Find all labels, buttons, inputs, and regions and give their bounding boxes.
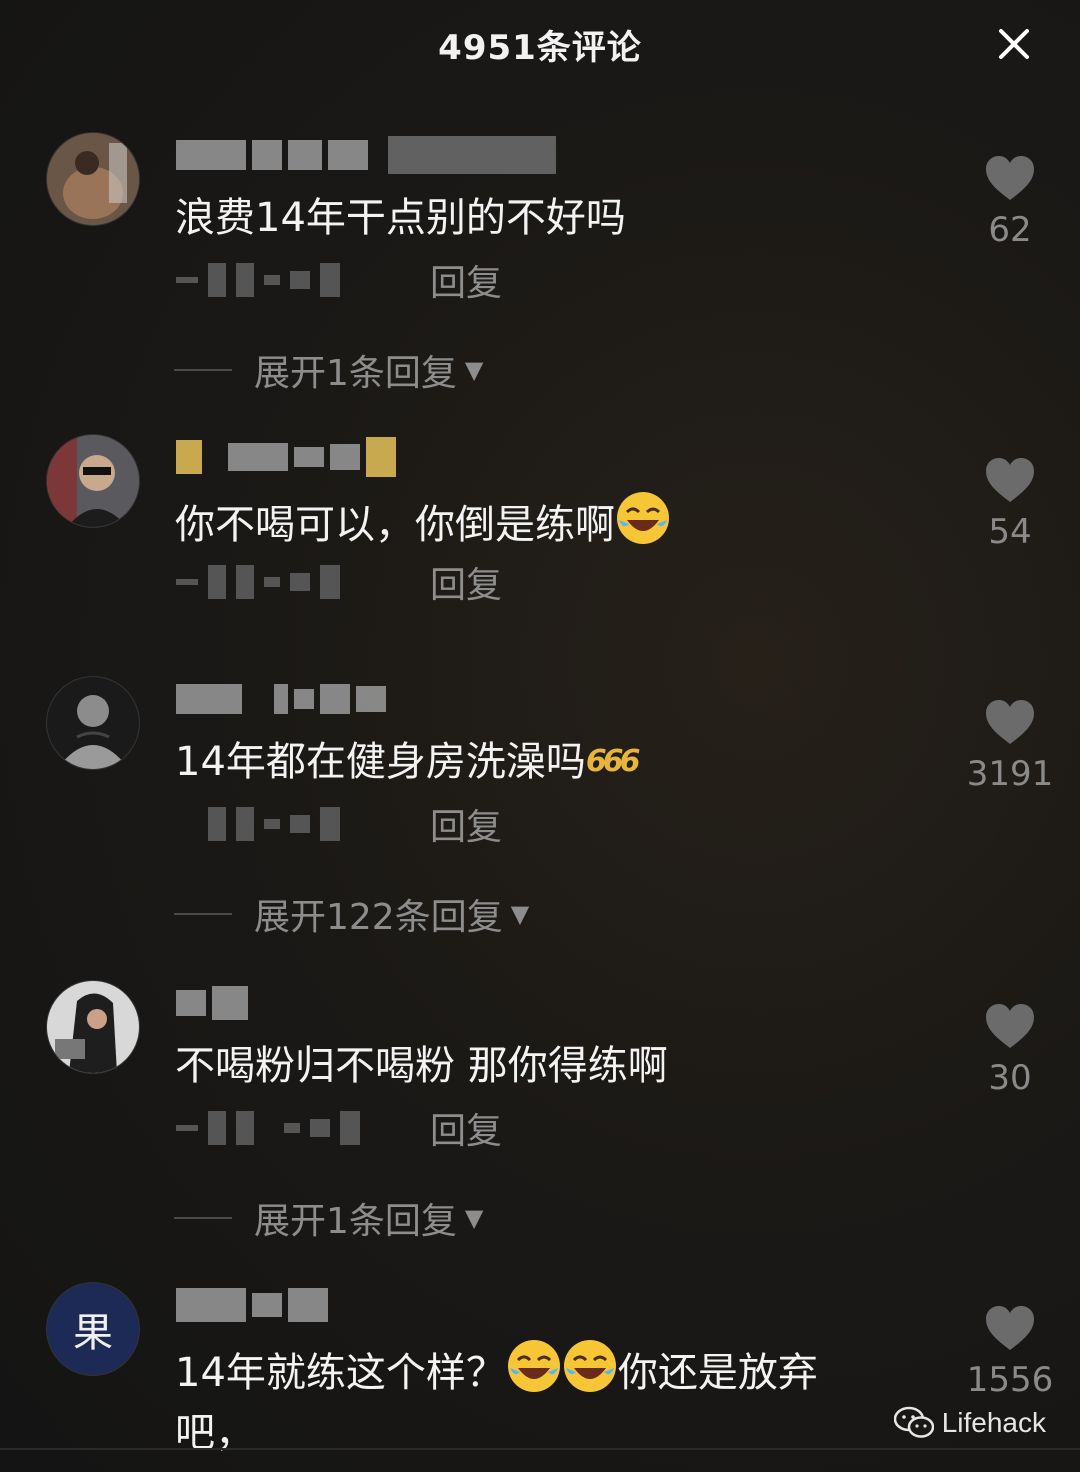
avatar[interactable] bbox=[46, 434, 140, 528]
comment-meta: 回复 bbox=[176, 1108, 502, 1152]
divider bbox=[174, 913, 232, 915]
reply-button[interactable]: 回复 bbox=[430, 798, 502, 850]
666-emoji-icon: 666 bbox=[585, 744, 641, 779]
expand-replies-label: 展开1条回复 bbox=[254, 353, 457, 394]
comment-text: 14年就练这个样？ 你还是放弃吧， bbox=[175, 1338, 895, 1463]
laughing-tears-emoji-icon bbox=[615, 490, 671, 546]
timestamp-blurred bbox=[176, 565, 386, 599]
heart-icon bbox=[986, 1004, 1034, 1048]
comment-text-content: 你不喝可以，你倒是练啊 bbox=[175, 502, 615, 548]
avatar[interactable] bbox=[46, 132, 140, 226]
timestamp-blurred bbox=[176, 263, 386, 297]
heart-icon bbox=[986, 458, 1034, 502]
heart-icon bbox=[986, 700, 1034, 744]
username-blurred bbox=[176, 1286, 328, 1324]
like-count: 1556 bbox=[966, 1360, 1054, 1400]
comment-item: 浪费14年干点别的不好吗 回复 展开1条回复 ▼ 62 bbox=[0, 132, 1080, 394]
like-button[interactable]: 1556 bbox=[960, 1304, 1060, 1400]
comments-header: 4951条评论 bbox=[0, 0, 1080, 90]
like-count: 3191 bbox=[966, 754, 1054, 794]
avatar[interactable] bbox=[46, 980, 140, 1074]
divider bbox=[174, 369, 232, 371]
like-count: 54 bbox=[988, 512, 1032, 552]
comment-text-content: 14年都在健身房洗澡吗 bbox=[175, 739, 586, 785]
chevron-down-icon: ▼ bbox=[510, 900, 530, 928]
like-button[interactable]: 30 bbox=[960, 1002, 1060, 1098]
expand-replies-button[interactable]: 展开122条回复 ▼ bbox=[174, 888, 529, 940]
like-count: 62 bbox=[988, 210, 1032, 250]
avatar[interactable]: 果 bbox=[46, 1282, 140, 1376]
like-button[interactable]: 62 bbox=[960, 154, 1060, 250]
avatar[interactable] bbox=[46, 676, 140, 770]
comment-item: 不喝粉归不喝粉 那你得练啊 回复 展开1条回复 ▼ 30 bbox=[0, 980, 1080, 1242]
like-count: 30 bbox=[988, 1058, 1032, 1098]
like-button[interactable]: 54 bbox=[960, 456, 1060, 552]
comment-text: 浪费14年干点别的不好吗 bbox=[175, 195, 626, 241]
chevron-down-icon: ▼ bbox=[464, 1204, 484, 1232]
comment-text-content: 14年就练这个样？ bbox=[175, 1350, 506, 1396]
like-button[interactable]: 3191 bbox=[960, 698, 1060, 794]
username-blurred bbox=[176, 136, 556, 174]
watermark-label: Lifehack bbox=[941, 1407, 1046, 1438]
heart-icon bbox=[986, 156, 1034, 200]
timestamp-blurred bbox=[176, 807, 386, 841]
expand-replies-button[interactable]: 展开1条回复 ▼ bbox=[174, 344, 483, 396]
reply-button[interactable]: 回复 bbox=[430, 556, 502, 608]
comment-meta: 回复 bbox=[176, 804, 502, 848]
comment-count-title: 4951条评论 bbox=[438, 28, 642, 68]
watermark: Lifehack bbox=[893, 1406, 1046, 1440]
laughing-tears-emoji-icon bbox=[506, 1338, 562, 1394]
wechat-icon bbox=[893, 1406, 934, 1438]
comment-text: 不喝粉归不喝粉 那你得练啊 bbox=[175, 1043, 668, 1089]
expand-replies-button[interactable]: 展开1条回复 ▼ bbox=[174, 1192, 483, 1244]
comment-meta: 回复 bbox=[176, 562, 502, 606]
comment-meta: 回复 bbox=[176, 260, 502, 304]
expand-replies-label: 展开122条回复 bbox=[254, 897, 503, 938]
comment-text: 14年都在健身房洗澡吗666 bbox=[175, 732, 905, 792]
username-blurred bbox=[176, 437, 396, 477]
timestamp-blurred bbox=[176, 1111, 386, 1145]
reply-button[interactable]: 回复 bbox=[430, 254, 502, 306]
username-blurred bbox=[176, 680, 386, 718]
reply-button[interactable]: 回复 bbox=[430, 1102, 502, 1154]
close-icon bbox=[999, 29, 1029, 59]
comment-item: 你不喝可以，你倒是练啊 回复 54 bbox=[0, 434, 1080, 624]
laughing-tears-emoji-icon bbox=[562, 1338, 618, 1394]
comment-item: 14年都在健身房洗澡吗666 回复 展开122条回复 ▼ 3191 bbox=[0, 676, 1080, 938]
expand-replies-label: 展开1条回复 bbox=[254, 1201, 457, 1242]
chevron-down-icon: ▼ bbox=[464, 356, 484, 384]
username-blurred bbox=[176, 984, 248, 1022]
heart-icon bbox=[986, 1306, 1034, 1350]
close-button[interactable] bbox=[996, 26, 1032, 62]
comment-text: 你不喝可以，你倒是练啊 bbox=[175, 490, 905, 555]
avatar-character: 果 bbox=[73, 1310, 113, 1356]
divider bbox=[174, 1217, 232, 1219]
bottom-divider bbox=[0, 1448, 1080, 1450]
